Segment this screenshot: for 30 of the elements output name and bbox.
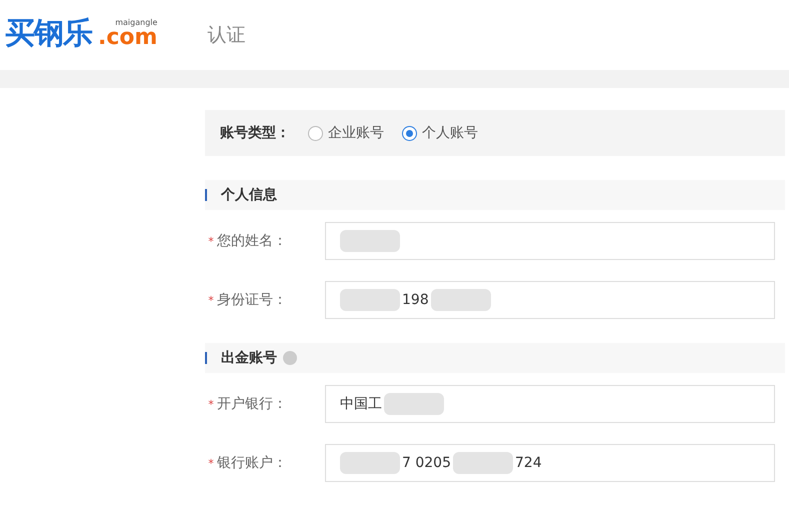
redaction-mark (430, 289, 491, 311)
radio-option[interactable]: 企业账号 (308, 124, 384, 142)
required-mark: * (207, 294, 215, 306)
logo-pinyin: maigangle (115, 19, 158, 27)
required-mark: * (207, 456, 215, 470)
redaction-mark (453, 452, 513, 474)
field-label: 银行账户： (217, 454, 288, 472)
input-field[interactable] (325, 222, 775, 260)
page-title: 认证 (207, 23, 246, 48)
section-title: 个人信息 (221, 186, 277, 204)
info-icon[interactable] (283, 351, 297, 365)
logo-domain: .com (98, 27, 158, 49)
redaction-mark (340, 452, 400, 474)
input-field[interactable]: 198 (325, 281, 775, 319)
redaction-mark (340, 289, 400, 311)
radio-icon[interactable] (308, 126, 323, 140)
field-label: 开户银行： (217, 395, 288, 413)
redaction-mark (340, 230, 400, 252)
input-field[interactable]: 7 0205 724 (325, 444, 775, 482)
input-field[interactable]: 中国工 (325, 385, 775, 423)
redaction-mark (384, 393, 444, 415)
account-type-label: 账号类型： (220, 124, 290, 142)
section-title: 出金账号 (221, 349, 277, 367)
radio-icon[interactable] (402, 126, 417, 140)
required-mark: * (207, 234, 215, 248)
field-label: 您的姓名： (217, 232, 288, 250)
radio-option[interactable]: 个人账号 (402, 124, 478, 142)
logo-name: 买钢乐 (5, 19, 92, 49)
required-mark: * (207, 398, 215, 410)
field-label: 身份证号： (217, 291, 288, 309)
